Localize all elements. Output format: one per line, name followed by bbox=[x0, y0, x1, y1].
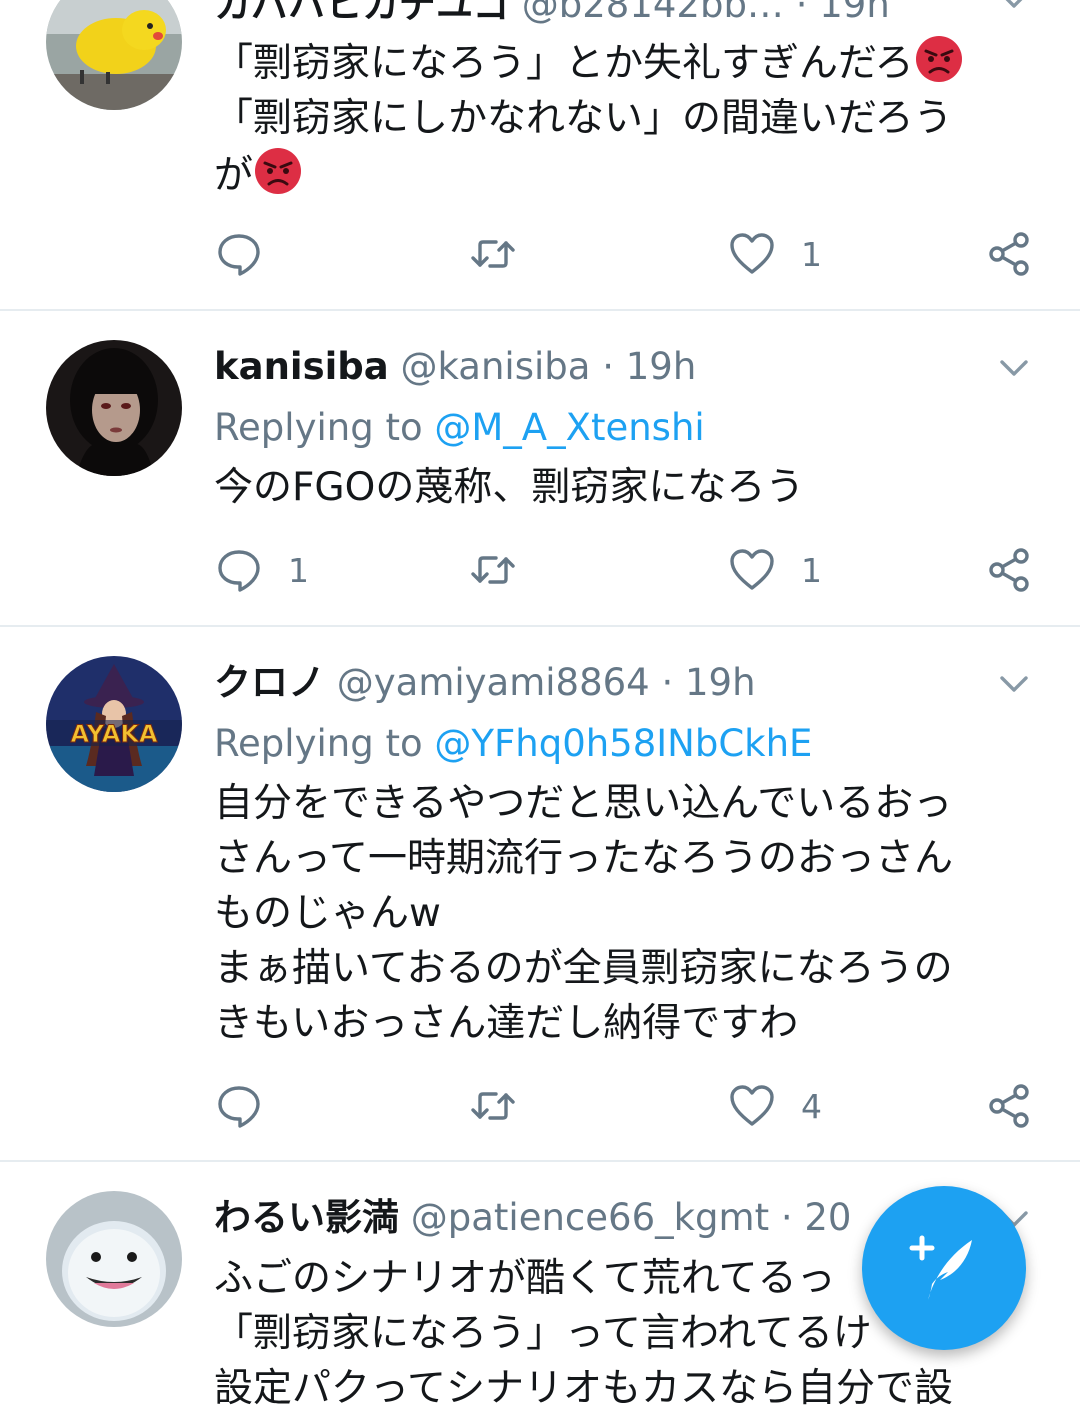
display-name[interactable]: kanisiba bbox=[214, 345, 389, 388]
separator: · bbox=[795, 0, 808, 26]
retweet-button[interactable] bbox=[470, 226, 542, 282]
reply-button[interactable] bbox=[216, 226, 288, 282]
like-count: 4 bbox=[801, 1086, 822, 1126]
user-handle[interactable]: @patience66_kgmt bbox=[411, 1196, 769, 1239]
reply-button[interactable] bbox=[216, 1078, 288, 1134]
tweet-time[interactable]: 19h bbox=[819, 0, 890, 26]
tweet-header: クロノ @yamiyami8864 · 19h bbox=[214, 658, 756, 708]
share-icon bbox=[989, 548, 1029, 592]
avatar-pikachu-balloon-icon bbox=[46, 0, 182, 110]
heart-icon bbox=[730, 1085, 774, 1126]
text-line: ものじゃんw bbox=[214, 891, 441, 936]
angry-face-emoji-icon bbox=[915, 36, 962, 82]
share-icon bbox=[989, 1084, 1029, 1128]
like-count: 1 bbox=[801, 550, 822, 590]
like-button[interactable]: 1 bbox=[729, 226, 822, 282]
text-line: まぁ描いておるのが全員剽窃家になろうの bbox=[214, 946, 953, 991]
text-line: 「剽窃家になろう」とか失礼すぎんだろ bbox=[214, 34, 1034, 91]
reply-icon bbox=[218, 234, 260, 276]
share-icon bbox=[989, 232, 1029, 276]
user-handle[interactable]: @b28142bb… bbox=[522, 0, 784, 26]
reply-icon bbox=[218, 550, 260, 592]
tweet-text: 今のFGOの蔑称、剽窃家になろう bbox=[214, 460, 1034, 515]
replying-to-mention[interactable]: @YFhq0h58INbCkhE bbox=[434, 722, 812, 765]
text-line: きもいおっさん達だし納得ですわ bbox=[214, 1001, 799, 1046]
chevron-down-icon[interactable] bbox=[996, 666, 1032, 702]
tweet-actions: 1 1 bbox=[0, 542, 1080, 598]
retweet-button[interactable] bbox=[470, 1078, 542, 1134]
tweet-header: わるい影満 @patience66_kgmt · 20h bbox=[214, 1193, 854, 1243]
tweet-header: kanisiba @kanisiba · 19h bbox=[214, 342, 696, 392]
avatar[interactable] bbox=[46, 1191, 182, 1327]
avatar[interactable] bbox=[46, 0, 182, 110]
like-button[interactable]: 4 bbox=[729, 1078, 822, 1134]
angry-face-emoji-icon bbox=[255, 148, 302, 194]
heart-icon bbox=[730, 233, 774, 274]
retweet-icon bbox=[471, 240, 515, 268]
separator: · bbox=[661, 661, 674, 704]
retweet-icon bbox=[471, 556, 515, 584]
replying-to-label: Replying to bbox=[214, 722, 423, 765]
replying-to-mention[interactable]: @M_A_Xtenshi bbox=[434, 406, 704, 449]
tweet-actions: 4 bbox=[0, 1078, 1080, 1134]
tweet-time[interactable]: 20h bbox=[804, 1196, 854, 1239]
share-button[interactable] bbox=[986, 226, 1032, 282]
chevron-down-icon[interactable] bbox=[996, 350, 1032, 386]
tweet-actions: 1 bbox=[0, 226, 1080, 282]
text-line: が bbox=[214, 146, 1034, 203]
tweet-time[interactable]: 19h bbox=[685, 661, 756, 704]
text-line: 「剽窃家にしかなれない」の間違いだろう bbox=[214, 96, 953, 141]
avatar-dark-haired-woman-icon bbox=[46, 340, 182, 476]
tweet-header: カバハヒカデユゴ @b28142bb… · 19h bbox=[214, 0, 890, 30]
reply-button[interactable]: 1 bbox=[216, 542, 309, 598]
text-line: 自分をできるやつだと思い込んでいるおっ bbox=[214, 781, 953, 826]
user-handle[interactable]: @yamiyami8864 bbox=[337, 661, 650, 704]
avatar-ayaka-witch-icon: AYAKA bbox=[46, 656, 182, 792]
like-count: 1 bbox=[801, 234, 822, 274]
display-name[interactable]: クロノ bbox=[214, 661, 325, 704]
retweet-icon bbox=[471, 1092, 515, 1120]
tweet-text: 自分をできるやつだと思い込んでいるおっ さんって一時期流行ったなろうのおっさん … bbox=[214, 776, 1034, 1051]
compose-tweet-button[interactable] bbox=[862, 1186, 1026, 1350]
separator: · bbox=[602, 345, 614, 388]
share-button[interactable] bbox=[986, 542, 1032, 598]
replying-to-label: Replying to bbox=[214, 406, 423, 449]
tweet-divider bbox=[0, 309, 1080, 311]
like-button[interactable]: 1 bbox=[729, 542, 822, 598]
text-line: さんって一時期流行ったなろうのおっさん bbox=[214, 836, 954, 881]
tweet-divider bbox=[0, 625, 1080, 627]
share-button[interactable] bbox=[986, 1078, 1032, 1134]
reply-count: 1 bbox=[288, 550, 309, 590]
avatar-text: AYAKA bbox=[70, 720, 158, 748]
replying-to: Replying to @YFhq0h58INbCkhE bbox=[214, 719, 812, 769]
text-line: 今のFGOの蔑称、剽窃家になろう bbox=[214, 465, 805, 510]
retweet-button[interactable] bbox=[470, 542, 542, 598]
compose-tweet-icon bbox=[909, 1235, 972, 1300]
separator: · bbox=[780, 1196, 793, 1239]
avatar[interactable] bbox=[46, 340, 182, 476]
tweet-time[interactable]: 19h bbox=[626, 345, 697, 388]
tweet-text: 「剽窃家になろう」とか失礼すぎんだろ 「剽窃家にしかなれない」の間違いだろう が bbox=[214, 34, 1034, 203]
replying-to: Replying to @M_A_Xtenshi bbox=[214, 403, 705, 453]
reply-icon bbox=[218, 1086, 260, 1128]
text-line: 設定パクってシナリオもカスなら自分で設 bbox=[214, 1366, 954, 1408]
avatar-quagsire-icon bbox=[46, 1191, 182, 1327]
display-name[interactable]: わるい影満 bbox=[214, 1196, 399, 1239]
tweet-divider bbox=[0, 1160, 1080, 1162]
avatar[interactable]: AYAKA bbox=[46, 656, 182, 792]
heart-icon bbox=[730, 549, 774, 590]
user-handle[interactable]: @kanisiba bbox=[401, 345, 591, 388]
chevron-down-icon[interactable] bbox=[996, 0, 1032, 18]
display-name[interactable]: カバハヒカデユゴ bbox=[214, 0, 510, 26]
